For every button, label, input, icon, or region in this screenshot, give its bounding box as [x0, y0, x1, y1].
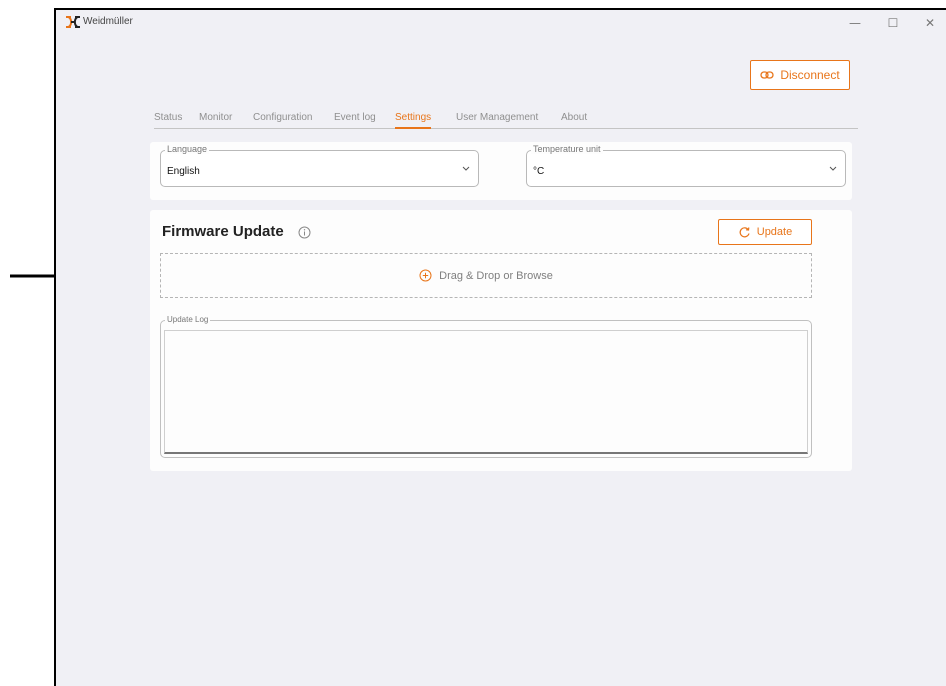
- app-title: Weidmüller: [83, 16, 133, 27]
- settings-card: Language English Temperature unit °C: [150, 142, 852, 200]
- app-window: Weidmüller — ☐ ✕ Disconnect Status Monit…: [54, 8, 946, 686]
- language-select[interactable]: Language English: [160, 144, 479, 187]
- temperature-unit-select[interactable]: Temperature unit °C: [526, 144, 846, 187]
- tab-status[interactable]: Status: [154, 112, 182, 127]
- tab-settings[interactable]: Settings: [395, 112, 432, 129]
- plus-circle-icon: [419, 269, 432, 282]
- refresh-icon: [739, 226, 750, 237]
- chevron-down-icon: [829, 166, 837, 171]
- maximize-button[interactable]: ☐: [881, 13, 905, 33]
- firmware-dropzone[interactable]: Drag & Drop or Browse: [160, 253, 812, 298]
- language-value: English: [167, 166, 200, 177]
- chevron-down-icon: [462, 166, 470, 171]
- dropzone-label: Drag & Drop or Browse: [439, 269, 553, 282]
- tab-event-log[interactable]: Event log: [334, 112, 376, 127]
- tab-bar: Status Monitor Configuration Event log S…: [154, 112, 858, 129]
- update-log-field: Update Log: [160, 315, 812, 458]
- update-label: Update: [756, 226, 793, 238]
- tab-user-management[interactable]: User Management: [456, 112, 538, 127]
- minimize-button[interactable]: —: [843, 13, 867, 33]
- disconnect-label: Disconnect: [780, 68, 840, 82]
- firmware-update-card: Firmware Update Update Drag & Drop or Br…: [150, 210, 852, 471]
- disconnect-button[interactable]: Disconnect: [750, 60, 850, 90]
- tab-monitor[interactable]: Monitor: [199, 112, 232, 127]
- weidmuller-logo-icon: [66, 16, 80, 28]
- info-icon[interactable]: [298, 226, 311, 239]
- language-label: Language: [165, 144, 210, 154]
- link-icon: [760, 71, 774, 79]
- temperature-unit-value: °C: [533, 166, 545, 177]
- update-button[interactable]: Update: [718, 219, 812, 245]
- temperature-unit-label: Temperature unit: [531, 144, 603, 154]
- tab-about[interactable]: About: [561, 112, 587, 127]
- close-button[interactable]: ✕: [918, 13, 942, 33]
- tab-configuration[interactable]: Configuration: [253, 112, 312, 127]
- update-log-textarea[interactable]: [164, 330, 808, 454]
- title-bar: Weidmüller — ☐ ✕: [56, 10, 946, 36]
- update-log-label: Update Log: [165, 315, 211, 324]
- firmware-update-title: Firmware Update: [162, 223, 284, 240]
